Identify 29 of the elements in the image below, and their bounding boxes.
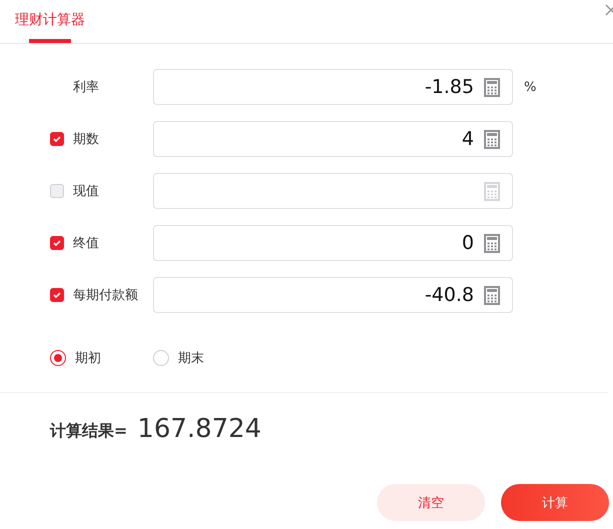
field-label: 期数 (73, 131, 99, 148)
radio-label: 期初 (75, 350, 101, 367)
checkmark-icon (53, 136, 61, 142)
field-label: 现值 (73, 183, 99, 200)
field-label: 终值 (73, 235, 99, 252)
radio-label: 期末 (178, 350, 204, 367)
field-label: 利率 (72, 79, 99, 96)
calculator-icon[interactable] (484, 78, 500, 96)
number-field[interactable]: 0 (153, 225, 513, 261)
clear-button[interactable]: 清空 (377, 484, 485, 521)
checkbox[interactable] (50, 288, 64, 302)
calculator-icon[interactable] (484, 130, 500, 148)
checkmark-icon (53, 240, 61, 246)
result-value: 167.8724 (137, 414, 262, 444)
calculator-icon[interactable] (484, 286, 500, 304)
calculator-icon[interactable] (484, 234, 500, 252)
result-label: 计算结果= (50, 420, 128, 442)
number-field[interactable] (153, 173, 513, 209)
tab[interactable]: 理财计算器 (15, 0, 85, 43)
checkmark-icon (53, 292, 61, 298)
number-field[interactable]: 4 (153, 121, 513, 157)
calculate-button[interactable]: 计算 (501, 484, 609, 521)
field-label: 每期付款额 (73, 287, 138, 304)
number-field[interactable]: -40.8 (153, 277, 513, 313)
checkbox[interactable] (50, 132, 64, 146)
radio-button[interactable] (50, 350, 66, 366)
unit-label: % (524, 80, 536, 94)
checkbox[interactable] (50, 236, 64, 250)
number-field[interactable]: -1.85 (153, 69, 513, 105)
